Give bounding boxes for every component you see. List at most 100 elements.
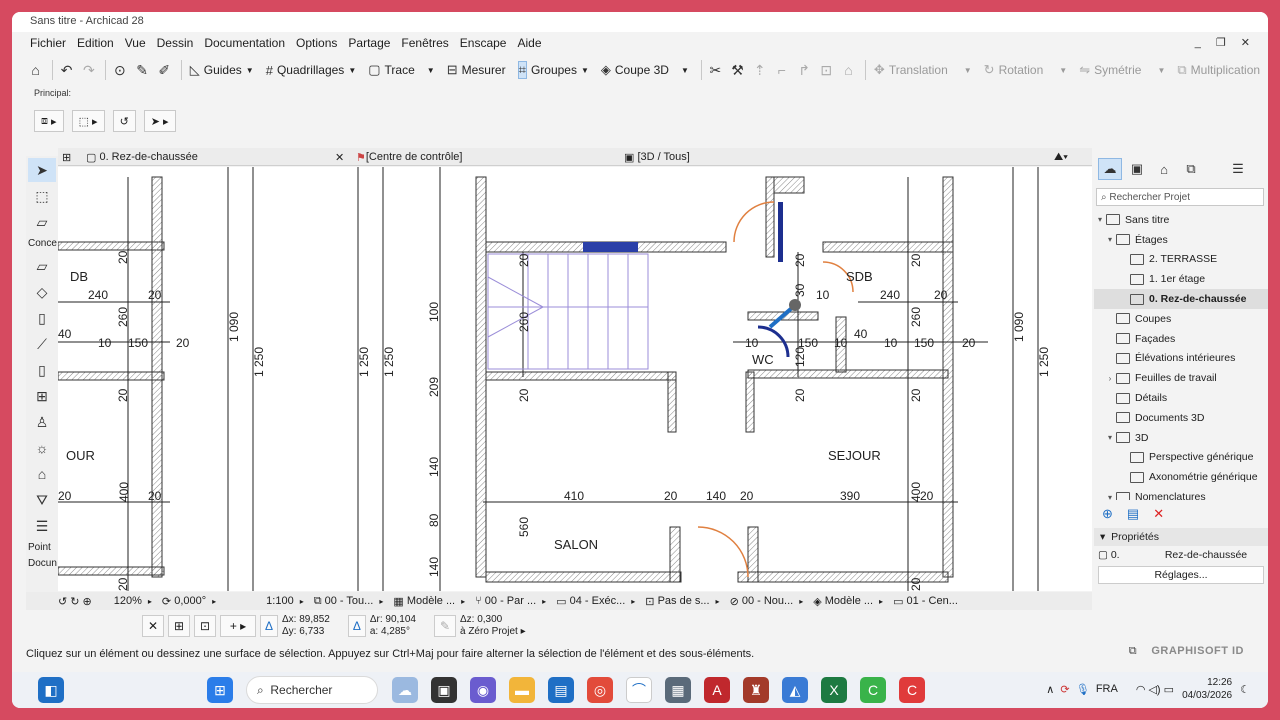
excel-icon[interactable]: X <box>821 677 847 703</box>
language-indicator[interactable]: FRA <box>1096 683 1118 695</box>
redo-icon[interactable]: ↷ <box>79 59 98 81</box>
red-app-icon[interactable]: C <box>899 677 925 703</box>
roof-tool-icon[interactable]: ⌂ <box>28 462 56 486</box>
rotation-button[interactable]: ↻ Rotation ▼ <box>980 59 1072 81</box>
relative-construction-icon[interactable]: ⊡ <box>194 615 216 637</box>
menu-vue[interactable]: Vue <box>125 36 146 54</box>
menu-enscape[interactable]: Enscape <box>460 36 507 54</box>
sync-icon[interactable]: ⟳ <box>1060 683 1075 696</box>
menu-fichier[interactable]: Fichier <box>30 36 66 54</box>
snap-grid-icon[interactable]: ⊞ <box>168 615 190 637</box>
selection-method-button[interactable]: ⬚ ▸ <box>71 110 105 132</box>
slab-tool-icon[interactable]: ◇ <box>28 280 56 304</box>
tree-toggle-icon[interactable]: › <box>1104 374 1116 383</box>
arrow-mode-button[interactable]: ➤ ▸ <box>143 110 176 132</box>
add-view-icon[interactable]: ⊕ <box>1102 506 1113 522</box>
translation-button[interactable]: ✥ Translation ▼ <box>870 59 976 81</box>
tree-toggle-icon[interactable]: ▾ <box>1104 433 1116 442</box>
clock[interactable]: 12:26 04/03/2026 <box>1182 676 1232 702</box>
tree-toggle-icon[interactable]: ▾ <box>1104 235 1116 244</box>
task-view-icon[interactable]: ▣ <box>431 677 457 703</box>
chevron-down-icon[interactable]: ▼ <box>427 66 435 75</box>
start-icon[interactable]: ⊞ <box>207 677 233 703</box>
view-map-icon[interactable]: ▣ <box>1125 158 1149 180</box>
lamp-tool-icon[interactable]: ☼ <box>28 436 56 460</box>
wifi-icon[interactable]: ◠ <box>1136 683 1149 696</box>
angle-field[interactable]: ⟳ 0,000° ▸ <box>162 595 216 608</box>
chevron-down-icon[interactable]: ▼ <box>246 66 254 75</box>
microphone-icon[interactable]: 🎙 <box>1076 683 1096 696</box>
chrome-icon[interactable]: ◎ <box>587 677 613 703</box>
scissors-icon[interactable]: ✂ <box>706 59 725 81</box>
tab-centre-controle[interactable]: ⚑ [Centre de contrôle] <box>356 148 463 166</box>
symetrie-button[interactable]: ⇋ Symétrie ▼ <box>1075 59 1169 81</box>
tree-item[interactable]: Détails <box>1094 388 1268 408</box>
chevron-down-icon[interactable]: ▼ <box>1157 66 1165 75</box>
graphisoft-id-link[interactable]: ⧉ GRAPHISOFT ID <box>1129 645 1244 658</box>
marquee-poly-tool-icon[interactable]: ▱ <box>28 210 56 234</box>
multiplication-button[interactable]: ⧉ Multiplication <box>1173 59 1264 81</box>
cen-field[interactable]: ▭ 01 - Cen... <box>893 595 958 608</box>
guides-button[interactable]: ◺ Guides ▼ <box>186 59 258 81</box>
hammer-icon[interactable]: ⚒ <box>728 59 747 81</box>
tab-plan[interactable]: ▢ 0. Rez-de-chaussée <box>86 148 198 166</box>
layer-field[interactable]: ⧉ 00 - Tou... ▸ <box>314 595 384 608</box>
partition-field[interactable]: ⑂ 00 - Par ... ▸ <box>475 595 546 607</box>
battery-icon[interactable]: ▭ <box>1164 683 1174 696</box>
tab-3d[interactable]: ▣ [3D / Tous] <box>624 148 690 166</box>
explode-icon[interactable]: ⊡ <box>817 59 836 81</box>
tree-item[interactable]: Axonométrie générique <box>1094 467 1268 487</box>
chevron-down-icon[interactable]: ▼ <box>1059 66 1067 75</box>
settings-button[interactable]: Réglages... <box>1098 566 1264 584</box>
store-icon[interactable]: ▤ <box>548 677 574 703</box>
tree-item[interactable]: 2. TERRASSE <box>1094 250 1268 270</box>
menu-documentation[interactable]: Documentation <box>204 36 285 54</box>
close-icon[interactable]: ✕ <box>142 615 164 637</box>
acrobat-icon[interactable]: A <box>704 677 730 703</box>
menu-partage[interactable]: Partage <box>348 36 390 54</box>
delete-icon[interactable]: ✕ <box>1153 506 1164 522</box>
view-nav-icons[interactable]: ↺ ↻ ⊕ <box>58 595 92 608</box>
menu-icon[interactable]: ☰ <box>1226 158 1250 180</box>
undo-icon[interactable]: ↶ <box>57 59 76 81</box>
widgets-icon[interactable]: ◧ <box>38 677 64 703</box>
quadrillages-button[interactable]: # Quadrillages ▼ <box>262 59 361 81</box>
clone-view-icon[interactable]: ▤ <box>1127 506 1139 522</box>
roof-icon[interactable]: ⌂ <box>839 59 858 81</box>
eyedropper-icon[interactable]: ✎ <box>133 59 152 81</box>
door-tool-icon[interactable]: ▯ <box>28 358 56 382</box>
delta-icon[interactable]: Δ <box>260 615 278 637</box>
tree-item[interactable]: Élévations intérieures <box>1094 349 1268 369</box>
menu-dessin[interactable]: Dessin <box>157 36 194 54</box>
offset-icon[interactable]: ⇡ <box>750 59 769 81</box>
speaker-icon[interactable]: ◁) <box>1148 683 1163 696</box>
view-options-icon[interactable]: ⛰▾ <box>1054 148 1068 166</box>
layout-book-icon[interactable]: ⌂ <box>1152 158 1176 180</box>
home-icon[interactable]: ⌂ <box>26 59 45 81</box>
tree-item[interactable]: ▾ Étages <box>1094 230 1268 250</box>
file-explorer-icon[interactable]: ▬ <box>509 677 535 703</box>
chevron-down-icon[interactable]: ▼ <box>681 66 689 75</box>
search-input[interactable]: ⌕ Rechercher Projet <box>1096 188 1264 206</box>
scale-field[interactable]: 1:100 ▸ <box>266 595 304 607</box>
tree-item[interactable]: 1. 1er étage <box>1094 269 1268 289</box>
chevron-down-icon[interactable]: ▼ <box>964 66 972 75</box>
stair-tool-icon[interactable]: ☰ <box>28 514 56 538</box>
pencil-icon[interactable]: ✎ <box>433 615 456 637</box>
groupes-button[interactable]: ⌗ Groupes ▼ <box>514 59 593 81</box>
archicad-icon[interactable]: ⌒ <box>626 677 652 703</box>
tree-item[interactable]: ▾ Sans titre <box>1094 210 1268 230</box>
wall-method-button[interactable]: ⧈ ▸ <box>34 110 64 132</box>
arrow-tool-icon[interactable]: ➤ <box>28 158 56 182</box>
pas-field[interactable]: ⊡ Pas de s... ▸ <box>645 595 719 608</box>
model2-field[interactable]: ◈ Modèle ... ▸ <box>813 595 883 608</box>
chevron-down-icon[interactable]: ▼ <box>348 66 356 75</box>
properties-header[interactable]: ▾ Propriétés <box>1094 528 1268 546</box>
menu-aide[interactable]: Aide <box>517 36 541 54</box>
beam-tool-icon[interactable]: ⟋ <box>28 332 56 356</box>
coupe3d-button[interactable]: ◈ Coupe 3D ▼ <box>597 59 693 81</box>
tree-toggle-icon[interactable]: ▾ <box>1104 493 1116 500</box>
column-tool-icon[interactable]: ▯ <box>28 306 56 330</box>
model-field[interactable]: ▦ Modèle ... ▸ <box>393 595 465 608</box>
syringe-icon[interactable]: ✐ <box>155 59 174 81</box>
